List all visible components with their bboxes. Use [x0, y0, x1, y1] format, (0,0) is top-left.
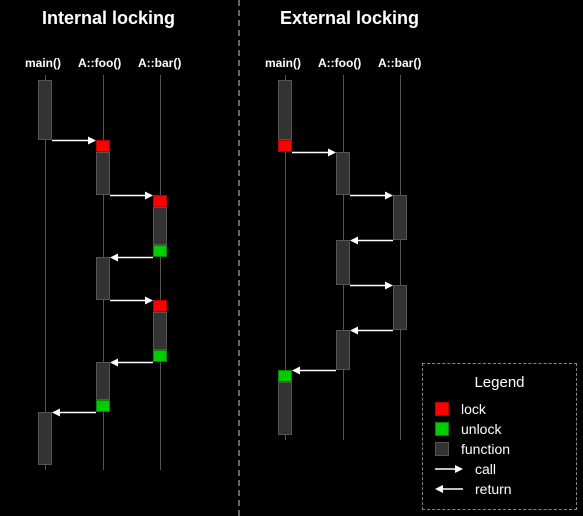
call-arrow	[52, 140, 96, 141]
legend-row-function: function	[435, 441, 564, 457]
unlock-segment	[153, 245, 167, 257]
function-segment	[278, 382, 292, 435]
function-segment	[153, 207, 167, 245]
legend-row-lock: lock	[435, 401, 564, 417]
return-arrow	[110, 257, 153, 258]
call-arrow	[350, 195, 393, 196]
title-external: External locking	[280, 8, 419, 29]
unlock-segment	[278, 370, 292, 382]
function-segment	[393, 285, 407, 330]
lock-segment	[96, 140, 110, 152]
function-segment	[38, 80, 52, 140]
legend-label: lock	[461, 401, 486, 417]
call-arrow	[350, 285, 393, 286]
col-main-1: main()	[25, 56, 61, 70]
col-main-2: main()	[265, 56, 301, 70]
legend-row-return: return	[435, 481, 564, 497]
function-segment	[393, 195, 407, 240]
function-segment	[96, 257, 110, 300]
function-segment	[96, 152, 110, 195]
lock-segment	[153, 195, 167, 207]
col-foo-1: A::foo()	[78, 56, 121, 70]
return-arrow	[52, 412, 96, 413]
function-segment	[278, 80, 292, 140]
function-swatch	[435, 442, 449, 456]
lifeline	[160, 75, 161, 470]
unlock-segment	[153, 350, 167, 362]
lock-segment	[278, 140, 292, 152]
function-segment	[336, 330, 350, 370]
col-foo-2: A::foo()	[318, 56, 361, 70]
lock-segment	[153, 300, 167, 312]
call-arrow	[110, 195, 153, 196]
col-bar-2: A::bar()	[378, 56, 421, 70]
legend-label: function	[461, 441, 510, 457]
arrow-right-icon	[435, 464, 463, 474]
call-arrow	[292, 152, 336, 153]
call-arrow	[110, 300, 153, 301]
legend-title: Legend	[435, 374, 564, 391]
lifeline	[400, 75, 401, 440]
unlock-segment	[96, 400, 110, 412]
legend: Legend lock unlock function call return	[422, 363, 577, 510]
unlock-swatch	[435, 422, 449, 436]
legend-label: call	[475, 461, 496, 477]
arrow-left-icon	[435, 484, 463, 494]
legend-row-unlock: unlock	[435, 421, 564, 437]
function-segment	[336, 152, 350, 195]
function-segment	[153, 312, 167, 350]
legend-label: return	[475, 481, 512, 497]
return-arrow	[110, 362, 153, 363]
function-segment	[38, 412, 52, 465]
function-segment	[336, 240, 350, 285]
return-arrow	[350, 330, 393, 331]
panel-divider	[238, 0, 240, 516]
legend-row-call: call	[435, 461, 564, 477]
title-internal: Internal locking	[42, 8, 175, 29]
return-arrow	[292, 370, 336, 371]
lock-swatch	[435, 402, 449, 416]
col-bar-1: A::bar()	[138, 56, 181, 70]
legend-label: unlock	[461, 421, 501, 437]
return-arrow	[350, 240, 393, 241]
function-segment	[96, 362, 110, 400]
